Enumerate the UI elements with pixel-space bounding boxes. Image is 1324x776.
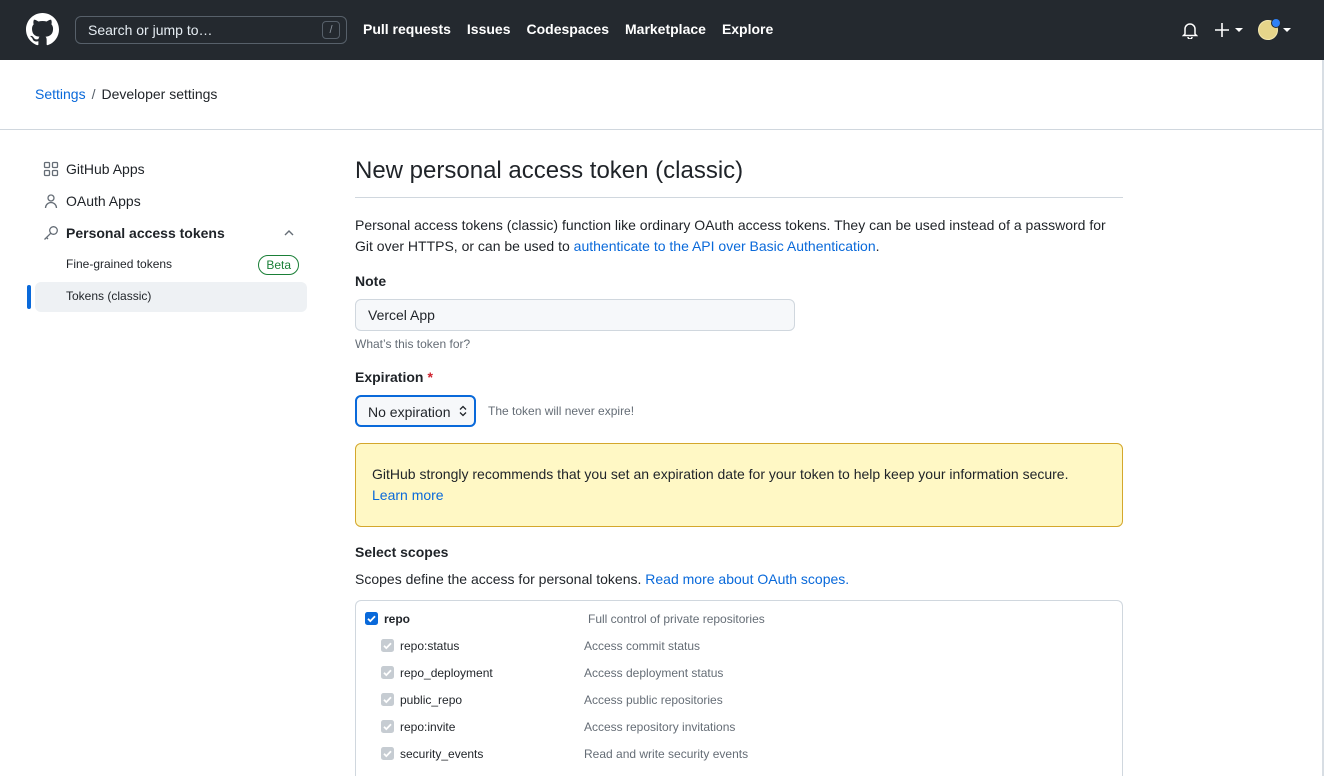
scope-row-repo-invite: repo:invite Access repository invitation…	[381, 718, 1121, 738]
breadcrumb-current: Developer settings	[101, 86, 218, 102]
sidebar-item-label: GitHub Apps	[66, 161, 145, 177]
key-icon	[44, 226, 58, 240]
sidebar-item-tokens-classic[interactable]: Tokens (classic)	[35, 282, 307, 312]
scope-desc: Access deployment status	[584, 666, 724, 680]
note-hint: What’s this token for?	[355, 337, 471, 351]
sidebar-subitem-label: Fine-grained tokens	[66, 257, 173, 271]
warning-message: GitHub strongly recommends that you set …	[372, 464, 1112, 506]
nav-marketplace[interactable]: Marketplace	[625, 21, 706, 37]
warning-text: GitHub strongly recommends that you set …	[372, 466, 1069, 482]
sidebar-item-personal-access-tokens[interactable]: Personal access tokens	[27, 217, 307, 249]
status-dot-icon	[1271, 18, 1281, 28]
scopes-label: Select scopes	[355, 544, 449, 560]
scope-name: public_repo	[400, 693, 463, 707]
scope-name: repo:status	[400, 639, 460, 653]
scope-desc: Access commit status	[584, 639, 701, 653]
active-indicator	[27, 285, 31, 309]
page-title: New personal access token (classic)	[355, 157, 744, 184]
caret-down-icon	[1283, 28, 1291, 32]
nav-pull-requests[interactable]: Pull requests	[363, 21, 451, 37]
create-new-plus-icon[interactable]	[1214, 20, 1244, 40]
checkbox-disabled-checked-icon[interactable]	[381, 666, 394, 679]
person-icon	[44, 194, 58, 209]
scopes-list: repo Full control of private repositorie…	[355, 600, 1123, 776]
scope-row-repo: repo Full control of private repositorie…	[365, 610, 1105, 630]
sidebar-subitem-label: Tokens (classic)	[66, 289, 152, 303]
scope-desc: Access public repositories	[584, 693, 723, 707]
search-placeholder: Search or jump to…	[88, 22, 213, 38]
expiration-warning-banner: GitHub strongly recommends that you set …	[355, 443, 1123, 527]
bell-icon[interactable]	[1182, 21, 1198, 39]
description-end: .	[875, 238, 880, 254]
nav-issues[interactable]: Issues	[467, 21, 511, 37]
expiration-label: Expiration *	[355, 369, 433, 385]
search-input[interactable]: Search or jump to… /	[75, 16, 347, 44]
sidebar-item-oauth-apps[interactable]: OAuth Apps	[27, 185, 307, 217]
sidebar-item-github-apps[interactable]: GitHub Apps	[27, 153, 307, 185]
slash-key-hint: /	[322, 21, 340, 39]
checkbox-checked-icon[interactable]	[365, 612, 378, 625]
nav-codespaces[interactable]: Codespaces	[527, 21, 609, 37]
nav-explore[interactable]: Explore	[722, 21, 773, 37]
scope-row-public-repo: public_repo Access public repositories	[381, 691, 1121, 711]
note-field[interactable]	[355, 299, 795, 331]
scope-desc: Access repository invitations	[584, 720, 736, 734]
chevron-up-icon[interactable]	[283, 227, 295, 239]
basic-auth-link[interactable]: authenticate to the API over Basic Authe…	[574, 238, 876, 254]
scope-name: repo:invite	[400, 720, 456, 734]
beta-badge: Beta	[258, 255, 299, 275]
breadcrumb-separator: /	[91, 86, 96, 102]
note-label: Note	[355, 273, 387, 289]
oauth-scopes-link[interactable]: Read more about OAuth scopes.	[645, 571, 849, 587]
scope-name: repo	[384, 612, 411, 626]
required-mark: *	[427, 369, 433, 385]
breadcrumb: Settings / Developer settings	[35, 86, 217, 102]
scope-name: security_events	[400, 747, 484, 761]
user-menu[interactable]	[1258, 18, 1292, 42]
breadcrumb-bar: Settings / Developer settings	[0, 60, 1324, 130]
expiration-select[interactable]: No expiration	[355, 395, 476, 427]
sidebar-item-label: OAuth Apps	[66, 193, 141, 209]
scopes-description: Scopes define the access for personal to…	[355, 571, 849, 587]
github-logo-icon[interactable]	[26, 13, 59, 46]
checkbox-disabled-checked-icon[interactable]	[381, 639, 394, 652]
scope-row-repo-status: repo:status Access commit status	[381, 637, 1121, 657]
global-nav: Pull requests Issues Codespaces Marketpl…	[363, 21, 773, 37]
top-header: Search or jump to… / Pull requests Issue…	[0, 0, 1324, 60]
sidebar-item-fine-grained-tokens[interactable]: Fine-grained tokens Beta	[35, 250, 307, 280]
checkbox-disabled-checked-icon[interactable]	[381, 747, 394, 760]
scope-name: repo_deployment	[400, 666, 493, 680]
breadcrumb-settings-link[interactable]: Settings	[35, 86, 86, 102]
learn-more-link[interactable]: Learn more	[372, 487, 444, 503]
apps-grid-icon	[43, 161, 59, 177]
expiration-label-text: Expiration	[355, 369, 424, 385]
title-divider	[355, 197, 1123, 198]
scope-desc: Read and write security events	[584, 747, 749, 761]
scope-row-security-events: security_events Read and write security …	[381, 745, 1121, 765]
expiration-value: No expiration	[368, 404, 451, 420]
sidebar-item-label: Personal access tokens	[66, 225, 225, 241]
checkbox-disabled-checked-icon[interactable]	[381, 720, 394, 733]
scopes-desc-text: Scopes define the access for personal to…	[355, 571, 646, 587]
scope-desc: Full control of private repositories	[588, 612, 765, 626]
page-description: Personal access tokens (classic) functio…	[355, 215, 1123, 257]
select-arrows-icon	[459, 405, 467, 417]
checkbox-disabled-checked-icon[interactable]	[381, 693, 394, 706]
expiration-hint: The token will never expire!	[488, 404, 635, 418]
scope-row-repo-deployment: repo_deployment Access deployment status	[381, 664, 1121, 684]
